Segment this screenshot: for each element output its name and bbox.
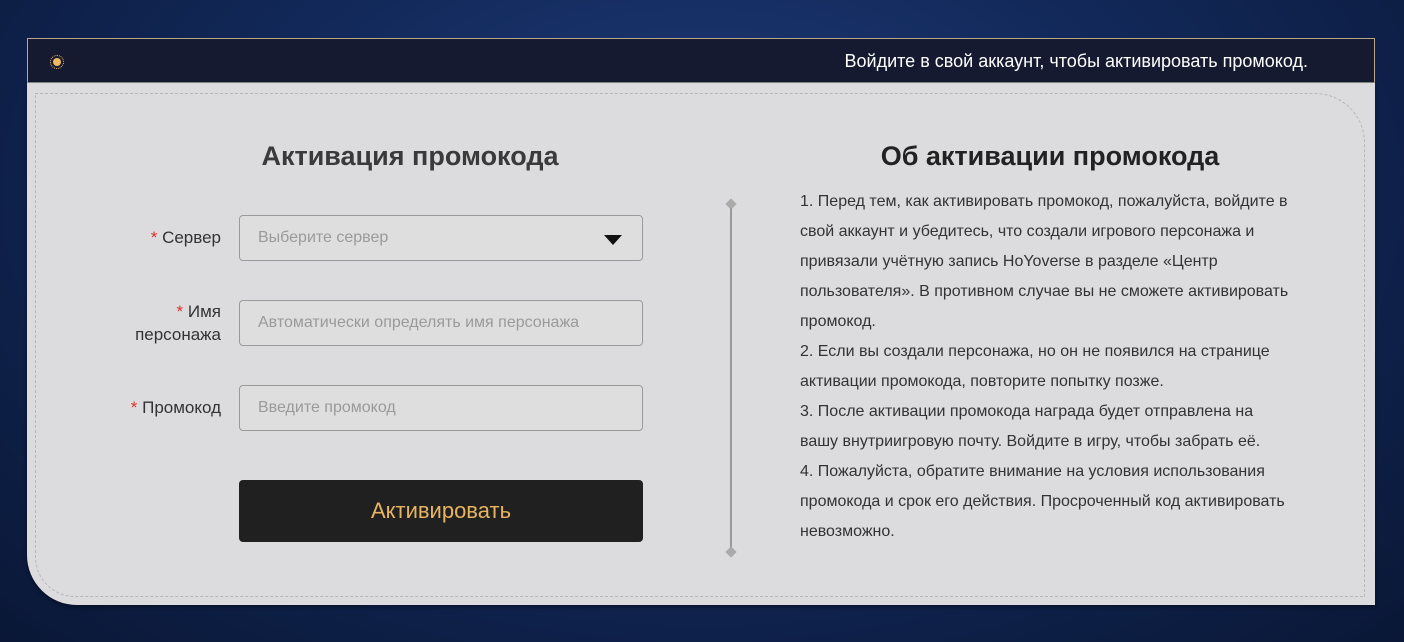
form-title: Активация промокода (261, 141, 559, 171)
code-input[interactable]: Введите промокод (239, 385, 643, 431)
header-bar: Войдите в свой аккаунт, чтобы активирова… (27, 38, 1375, 83)
info-text-scroll[interactable]: 1. Перед тем, как активировать промокод,… (800, 187, 1290, 559)
code-row: * Промокод Введите промокод (87, 385, 643, 431)
character-label: * Имя персонажа (135, 302, 221, 344)
server-label: * Сервер (150, 228, 221, 247)
activate-button[interactable]: Активировать (239, 480, 643, 542)
info-item: 3. После активации промокода награда буд… (800, 403, 1261, 450)
info-item: 1. Перед тем, как активировать промокод,… (800, 193, 1289, 330)
content-area: Активация промокода * Сервер Выберите се… (27, 83, 1375, 605)
server-row: * Сервер Выберите сервер (87, 215, 643, 261)
chevron-down-icon (604, 235, 622, 245)
server-select[interactable]: Выберите сервер (239, 215, 643, 261)
code-label: * Промокод (130, 398, 221, 417)
info-item: 2. Если вы создали персонажа, но он не п… (800, 343, 1270, 390)
redeem-panel: Войдите в свой аккаунт, чтобы активирова… (27, 38, 1375, 605)
character-row: * Имя персонажа Автоматически определять … (87, 300, 643, 346)
sun-icon (50, 55, 64, 69)
info-title: Об активации промокода (880, 141, 1220, 171)
character-input[interactable]: Автоматически определять имя персонажа (239, 300, 643, 346)
divider (730, 208, 732, 552)
info-item: 4. Пожалуйста, обратите внимание на усло… (800, 463, 1285, 540)
login-notice: Войдите в свой аккаунт, чтобы активирова… (844, 51, 1308, 71)
